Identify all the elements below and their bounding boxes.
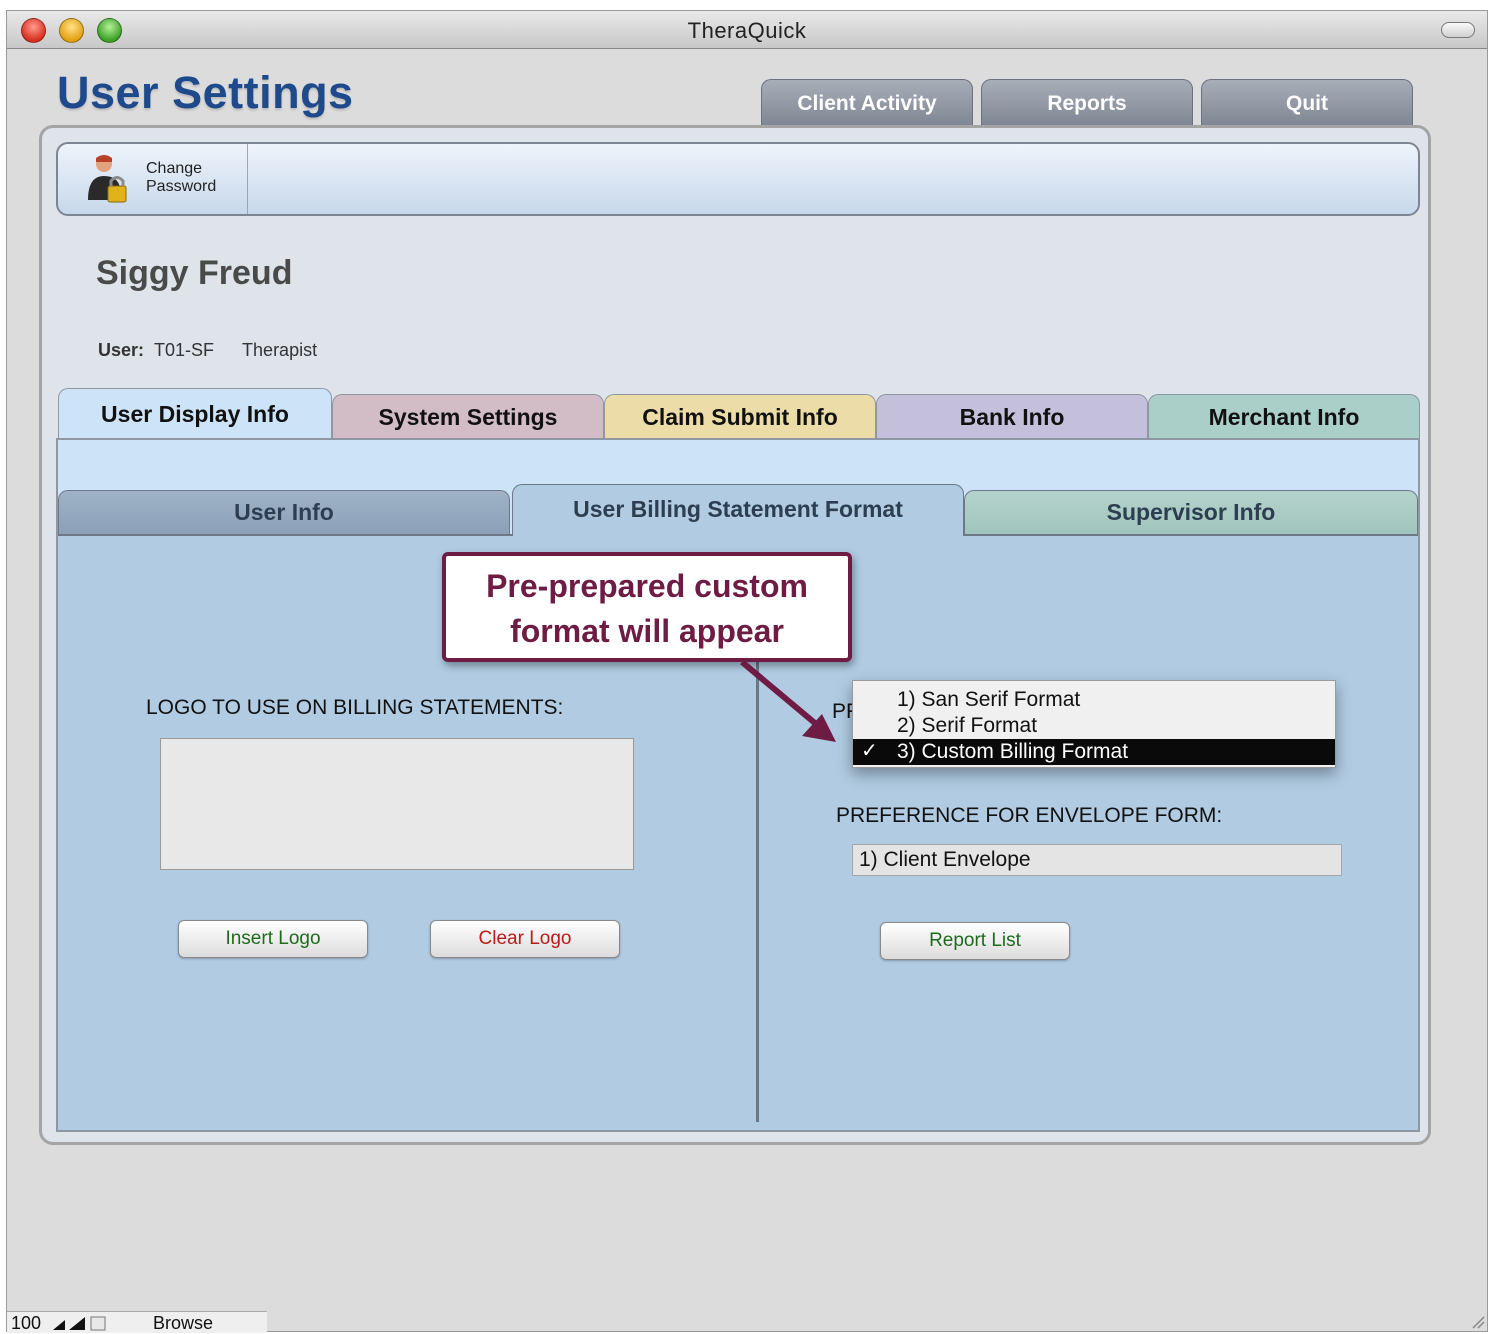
dropdown-option[interactable]: 2) Serif Format (853, 713, 1335, 739)
subtab-supervisor-info[interactable]: Supervisor Info (964, 490, 1418, 536)
change-password-label: Change Password (146, 160, 217, 195)
tab-reports[interactable]: Reports (981, 79, 1193, 125)
user-display-info-panel: User Info User Billing Statement Format … (56, 438, 1420, 1132)
dropdown-option-selected[interactable]: ✓ 3) Custom Billing Format (853, 739, 1335, 765)
resize-grip-icon[interactable] (1469, 1313, 1485, 1329)
user-lock-icon (88, 155, 127, 203)
logo-container[interactable] (160, 738, 634, 870)
annotation-callout: Pre-prepared custom format will appear (442, 552, 852, 662)
tab-merchant-info[interactable]: Merchant Info (1148, 394, 1420, 438)
tab-quit[interactable]: Quit (1201, 79, 1413, 125)
status-bar: 100 Browse (7, 1311, 267, 1333)
page-title: User Settings (57, 67, 354, 118)
zoom-controls-icon[interactable] (51, 1315, 107, 1331)
window-title: TheraQuick (687, 18, 807, 43)
insert-logo-button[interactable]: Insert Logo (178, 920, 368, 958)
callout-line-1: Pre-prepared custom (486, 568, 808, 604)
tab-system-settings[interactable]: System Settings (332, 394, 604, 438)
checkmark-icon: ✓ (861, 740, 878, 762)
change-password-button[interactable]: Change Password (58, 144, 248, 214)
callout-arrow-icon (740, 659, 836, 742)
clear-logo-button[interactable]: Clear Logo (430, 920, 620, 958)
user-full-name: Siggy Freud (96, 254, 293, 292)
logo-label: LOGO TO USE ON BILLING STATEMENTS: (146, 696, 564, 719)
report-list-button[interactable]: Report List (880, 922, 1070, 960)
settings-toolbar: Change Password (56, 142, 1420, 216)
title-bar: TheraQuick (7, 11, 1487, 49)
user-role: Therapist (242, 340, 318, 360)
subtab-user-info[interactable]: User Info (58, 490, 510, 536)
tab-claim-submit-info[interactable]: Claim Submit Info (604, 394, 876, 438)
envelope-form-label: PREFERENCE FOR ENVELOPE FORM: (836, 804, 1223, 827)
user-label: User: (98, 340, 145, 360)
billing-format-dropdown[interactable]: 1) San Serif Format 2) Serif Format ✓ 3)… (852, 680, 1336, 768)
mode-indicator[interactable]: Browse (153, 1313, 213, 1334)
callout-line-2: format will appear (510, 613, 784, 649)
tab-user-display-info[interactable]: User Display Info (58, 388, 332, 438)
toolbar-toggle-button[interactable] (1441, 22, 1475, 38)
dropdown-option[interactable]: 1) San Serif Format (853, 687, 1335, 713)
user-id: T01-SF (154, 340, 215, 360)
envelope-form-field[interactable]: 1) Client Envelope (852, 844, 1342, 876)
tab-client-activity[interactable]: Client Activity (761, 79, 973, 125)
subtab-user-billing-statement-format[interactable]: User Billing Statement Format (512, 484, 964, 536)
user-details: User: T01-SF Therapist (98, 340, 345, 361)
zoom-level[interactable]: 100 (11, 1313, 41, 1334)
tab-bank-info[interactable]: Bank Info (876, 394, 1148, 438)
